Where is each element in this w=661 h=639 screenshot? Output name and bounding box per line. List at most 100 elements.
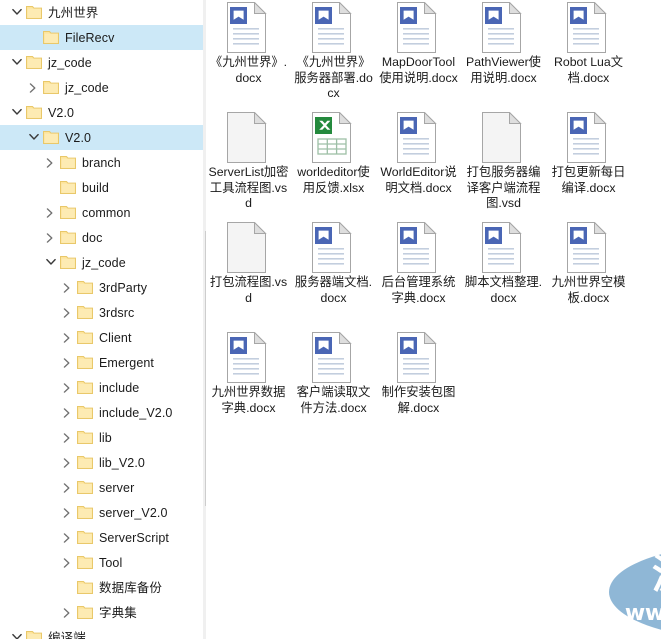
- tree-expand-toggle-closed[interactable]: [60, 525, 77, 550]
- tree-expand-toggle-open[interactable]: [9, 625, 26, 639]
- tree-item[interactable]: server: [0, 475, 206, 500]
- tree-item[interactable]: Client: [0, 325, 206, 350]
- file-tile[interactable]: 九州世界数据字典.docx: [206, 331, 291, 442]
- file-tile[interactable]: MapDoorTool使用说明.docx: [376, 1, 461, 112]
- chevron-right-icon[interactable]: [46, 208, 54, 218]
- chevron-right-icon[interactable]: [63, 383, 71, 393]
- file-tile[interactable]: 客户端读取文件方法.docx: [291, 331, 376, 442]
- file-tile[interactable]: worldeditor使用反馈.xlsx: [291, 111, 376, 222]
- tree-item[interactable]: include_V2.0: [0, 400, 206, 425]
- tree-item[interactable]: jz_code: [0, 250, 206, 275]
- tree-item[interactable]: build: [0, 175, 206, 200]
- chevron-right-icon[interactable]: [63, 508, 71, 518]
- tree-expand-toggle-closed[interactable]: [60, 600, 77, 625]
- chevron-right-icon[interactable]: [63, 308, 71, 318]
- tree-expand-toggle-closed[interactable]: [60, 550, 77, 575]
- tree-item[interactable]: server_V2.0: [0, 500, 206, 525]
- tree-expand-toggle-open[interactable]: [26, 125, 43, 150]
- tree-expand-toggle-closed[interactable]: [60, 325, 77, 350]
- chevron-right-icon[interactable]: [46, 233, 54, 243]
- folder-icon: [43, 31, 59, 44]
- tree-item[interactable]: 九州世界: [0, 0, 206, 25]
- tree-item[interactable]: ServerScript: [0, 525, 206, 550]
- file-tile[interactable]: WorldEditor说明文档.docx: [376, 111, 461, 222]
- file-tile[interactable]: Robot Lua文档.docx: [546, 1, 631, 112]
- tree-expand-toggle-open[interactable]: [43, 250, 60, 275]
- folder-tree-sidebar[interactable]: 九州世界 FileRecv jz_code jz_code V2.0 V2.0 branch…: [0, 0, 206, 639]
- folder-icon: [43, 131, 59, 144]
- chevron-right-icon[interactable]: [63, 483, 71, 493]
- tree-item[interactable]: 编译端: [0, 625, 206, 639]
- file-tile[interactable]: 制作安装包图解.docx: [376, 331, 461, 442]
- chevron-right-icon[interactable]: [63, 408, 71, 418]
- tree-indent-spacer: [0, 250, 43, 275]
- tree-expand-toggle-closed[interactable]: [60, 300, 77, 325]
- chevron-right-icon[interactable]: [63, 458, 71, 468]
- chevron-down-icon[interactable]: [29, 133, 39, 141]
- tree-expand-toggle-closed[interactable]: [26, 75, 43, 100]
- chevron-right-icon[interactable]: [63, 358, 71, 368]
- chevron-right-icon[interactable]: [63, 608, 71, 618]
- chevron-down-icon[interactable]: [12, 8, 22, 16]
- tree-item[interactable]: doc: [0, 225, 206, 250]
- tree-item[interactable]: 字典集: [0, 600, 206, 625]
- file-tile[interactable]: 《九州世界》服务器部署.docx: [291, 1, 376, 112]
- chevron-right-icon[interactable]: [63, 433, 71, 443]
- file-tile[interactable]: ServerList加密工具流程图.vsd: [206, 111, 291, 222]
- tree-expand-toggle-closed[interactable]: [60, 350, 77, 375]
- chevron-right-icon[interactable]: [29, 83, 37, 93]
- tree-expand-toggle-closed[interactable]: [60, 425, 77, 450]
- tree-expand-toggle-closed[interactable]: [60, 400, 77, 425]
- chevron-down-icon[interactable]: [46, 258, 56, 266]
- tree-item[interactable]: 3rdsrc: [0, 300, 206, 325]
- file-tile[interactable]: 《九州世界》.docx: [206, 1, 291, 112]
- file-tile[interactable]: 打包流程图.vsd: [206, 221, 291, 332]
- file-tile[interactable]: 脚本文档整理.docx: [461, 221, 546, 332]
- tree-expand-toggle-closed[interactable]: [60, 450, 77, 475]
- file-name-label: 服务器端文档.docx: [294, 275, 373, 305]
- tree-item[interactable]: Tool: [0, 550, 206, 575]
- tree-item[interactable]: include: [0, 375, 206, 400]
- tree-expand-toggle-closed[interactable]: [60, 375, 77, 400]
- tree-expand-toggle-closed[interactable]: [60, 475, 77, 500]
- tree-item[interactable]: V2.0: [0, 100, 206, 125]
- tree-expand-toggle-closed[interactable]: [60, 500, 77, 525]
- tree-expand-toggle-closed[interactable]: [43, 225, 60, 250]
- tree-expand-toggle-closed[interactable]: [43, 200, 60, 225]
- file-tile[interactable]: 九州世界空模板.docx: [546, 221, 631, 332]
- file-grid[interactable]: 《九州世界》.docx 《九州世界》服务器部署.docx MapDoorTool使用…: [206, 0, 661, 442]
- file-tile[interactable]: PathViewer使用说明.docx: [461, 1, 546, 112]
- file-tile[interactable]: 后台管理系统字典.docx: [376, 221, 461, 332]
- tree-item[interactable]: 3rdParty: [0, 275, 206, 300]
- chevron-down-icon[interactable]: [12, 633, 22, 639]
- chevron-right-icon[interactable]: [63, 533, 71, 543]
- tree-item[interactable]: common: [0, 200, 206, 225]
- tree-item[interactable]: FileRecv: [0, 25, 206, 50]
- file-list-pane[interactable]: 《九州世界》.docx 《九州世界》服务器部署.docx MapDoorTool使用…: [206, 0, 661, 639]
- tree-item[interactable]: V2.0: [0, 125, 206, 150]
- chevron-right-icon[interactable]: [46, 158, 54, 168]
- chevron-right-icon[interactable]: [63, 558, 71, 568]
- folder-tree[interactable]: 九州世界 FileRecv jz_code jz_code V2.0 V2.0 branch…: [0, 0, 206, 639]
- file-tile[interactable]: 打包服务器编译客户端流程图.vsd: [461, 111, 546, 222]
- tree-expand-toggle-open[interactable]: [9, 100, 26, 125]
- tree-indent-spacer: [0, 625, 9, 639]
- chevron-right-icon[interactable]: [63, 333, 71, 343]
- tree-expand-toggle-open[interactable]: [9, 0, 26, 25]
- tree-item[interactable]: jz_code: [0, 75, 206, 100]
- chevron-down-icon[interactable]: [12, 108, 22, 116]
- chevron-down-icon[interactable]: [12, 58, 22, 66]
- tree-item-label: doc: [82, 230, 103, 245]
- tree-item[interactable]: lib_V2.0: [0, 450, 206, 475]
- file-tile[interactable]: 服务器端文档.docx: [291, 221, 376, 332]
- tree-item[interactable]: 数据库备份: [0, 575, 206, 600]
- tree-item[interactable]: lib: [0, 425, 206, 450]
- tree-item[interactable]: Emergent: [0, 350, 206, 375]
- chevron-right-icon[interactable]: [63, 283, 71, 293]
- tree-expand-toggle-open[interactable]: [9, 50, 26, 75]
- file-tile[interactable]: 打包更新每日编译.docx: [546, 111, 631, 222]
- tree-item[interactable]: branch: [0, 150, 206, 175]
- tree-item[interactable]: jz_code: [0, 50, 206, 75]
- tree-expand-toggle-closed[interactable]: [43, 150, 60, 175]
- tree-expand-toggle-closed[interactable]: [60, 275, 77, 300]
